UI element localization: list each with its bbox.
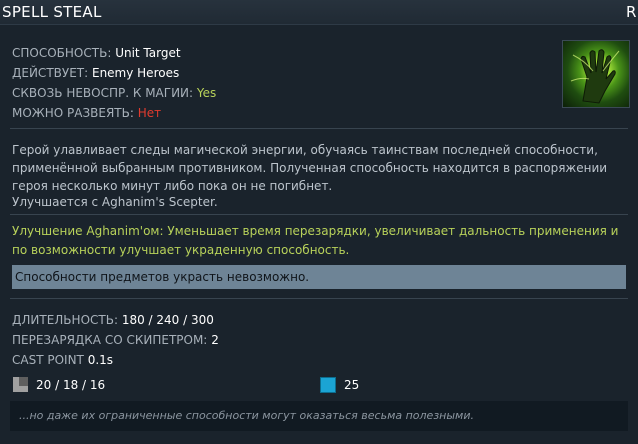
spell-steal-hand-icon — [562, 40, 630, 108]
attribute-key: ПЕРЕЗАРЯДКА СО СКИПЕТРОМ: — [12, 333, 208, 347]
stat-key: СПОСОБНОСТЬ: — [12, 46, 112, 60]
divider — [10, 128, 628, 129]
stat-ability-type: СПОСОБНОСТЬ: Unit Target — [12, 43, 216, 63]
attribute-value: 2 — [211, 333, 219, 347]
ability-note: Способности предметов украсть невозможно… — [12, 265, 626, 289]
divider — [10, 298, 628, 299]
stat-value: Нет — [137, 106, 162, 120]
divider — [10, 214, 628, 215]
stat-value: Unit Target — [115, 46, 181, 60]
ability-title: SPELL STEAL — [2, 3, 102, 21]
attribute-scepter-cooldown: ПЕРЕЗАРЯДКА СО СКИПЕТРОМ: 2 — [12, 330, 219, 350]
title-bar: SPELL STEAL R — [0, 0, 638, 25]
cooldown-icon — [13, 377, 28, 392]
stat-affects: ДЕЙСТВУЕТ: Enemy Heroes — [12, 63, 216, 83]
stat-dispellable: МОЖНО РАЗВЕЯТЬ: Нет — [12, 103, 216, 123]
aghanims-upgrade-text: Улучшение Aghanim'ом: Уменьшает время пе… — [12, 224, 619, 257]
stat-pierces-immunity: СКВОЗЬ НЕВОСПР. К МАГИИ: Yes — [12, 83, 216, 103]
attribute-value: 0.1s — [87, 353, 114, 367]
ability-description: Герой улавливает следы магической энерги… — [12, 143, 608, 193]
stat-key: ДЕЙСТВУЕТ: — [12, 66, 89, 80]
attribute-duration: ДЛИТЕЛЬНОСТЬ: 180 / 240 / 300 — [12, 310, 219, 330]
attribute-value: 180 / 240 / 300 — [121, 313, 214, 327]
ability-attributes: ДЛИТЕЛЬНОСТЬ: 180 / 240 / 300 ПЕРЕЗАРЯДК… — [12, 310, 219, 370]
upgrade-note: Улучшается с Aghanim's Scepter. — [12, 195, 218, 209]
stat-key: МОЖНО РАЗВЕЯТЬ: — [12, 106, 134, 120]
attribute-key: ДЛИТЕЛЬНОСТЬ: — [12, 313, 118, 327]
stat-key: СКВОЗЬ НЕВОСПР. К МАГИИ: — [12, 86, 194, 100]
cooldown-value: 20 / 18 / 16 — [36, 378, 106, 392]
mana-cost-icon — [320, 377, 336, 393]
ability-hotkey: R — [626, 3, 637, 21]
mana-cost-value: 25 — [344, 378, 360, 392]
attribute-cast-point: CAST POINT 0.1s — [12, 350, 219, 370]
ability-stats: СПОСОБНОСТЬ: Unit Target ДЕЙСТВУЕТ: Enem… — [12, 43, 216, 123]
attribute-key: CAST POINT — [12, 353, 84, 367]
stat-value: Yes — [196, 86, 217, 100]
stat-value: Enemy Heroes — [91, 66, 180, 80]
lore-quote: ...но даже их ограниченные способности м… — [10, 401, 628, 431]
